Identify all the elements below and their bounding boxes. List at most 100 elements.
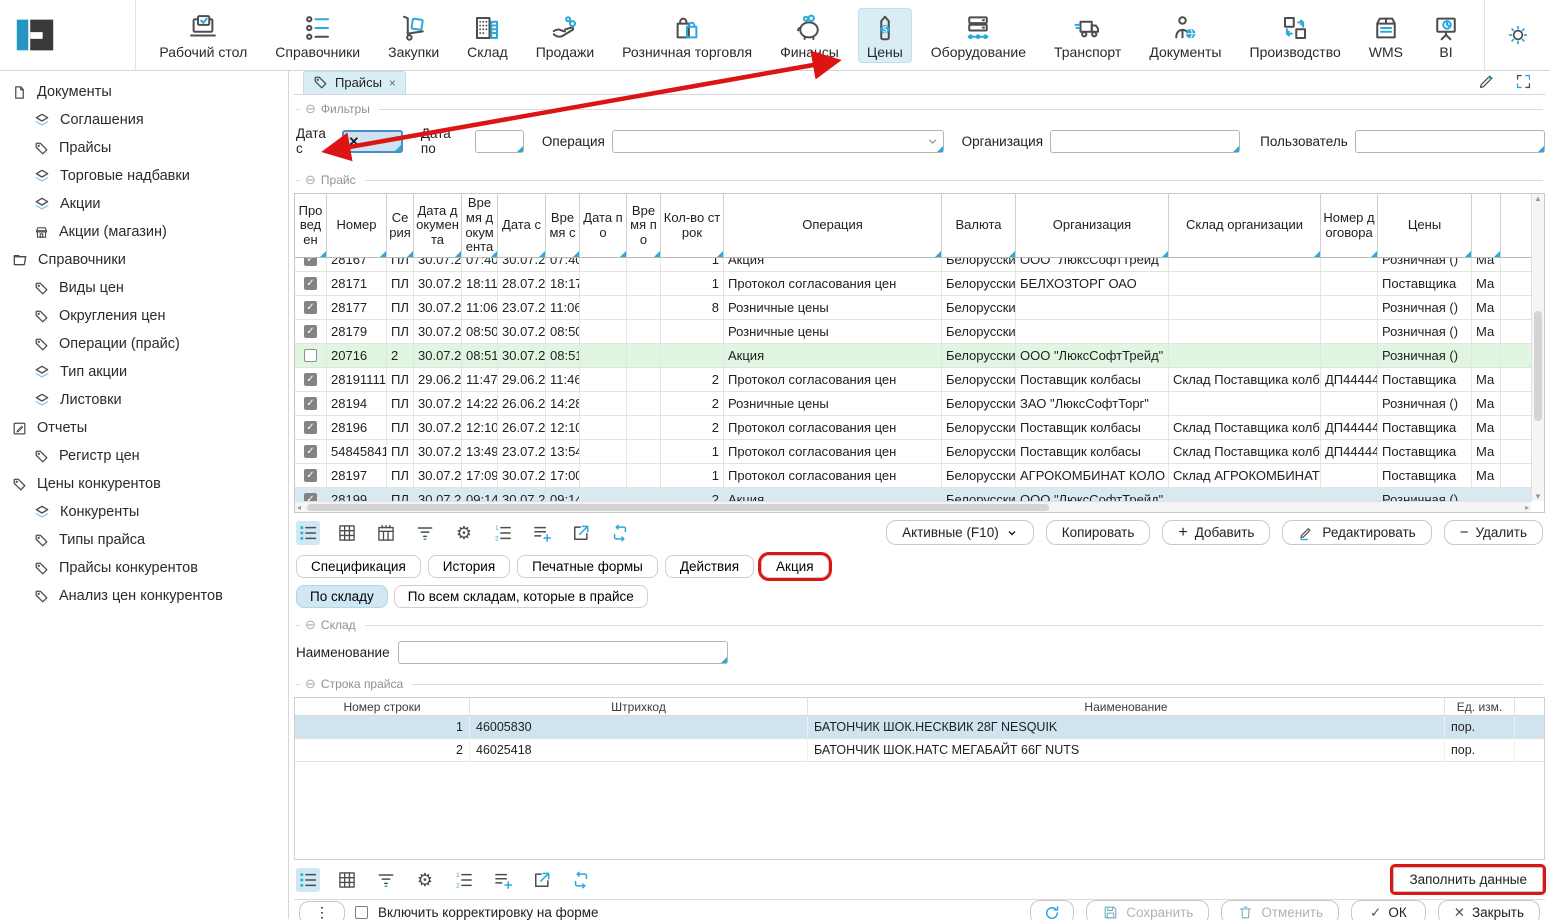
topnav-item-retail[interactable]: Розничная торговля xyxy=(613,8,761,63)
table-row[interactable]: ✓54845841ПЛ30.07.2413:4923.07.2413:541Пр… xyxy=(295,440,1531,464)
column-header[interactable]: Склад организации xyxy=(1169,194,1321,257)
refresh-button[interactable] xyxy=(1030,900,1074,920)
sync-icon[interactable] xyxy=(608,521,632,545)
list-view-icon[interactable] xyxy=(296,521,320,545)
row-checkbox[interactable]: ✓ xyxy=(304,258,317,266)
detail-tab-1[interactable]: Спецификация xyxy=(296,555,421,578)
row-checkbox[interactable]: ✓ xyxy=(304,469,317,482)
grid-view-icon[interactable] xyxy=(335,868,359,892)
edit-button[interactable]: Редактировать xyxy=(1282,520,1431,545)
topnav-item-equipment[interactable]: Оборудование xyxy=(922,8,1035,63)
user-input[interactable] xyxy=(1355,130,1545,153)
column-header[interactable]: Организация xyxy=(1016,194,1169,257)
column-header[interactable]: Дата документа xyxy=(414,194,462,257)
ok-button[interactable]: ✓ОК xyxy=(1351,900,1426,920)
row-checkbox[interactable]: ✓ xyxy=(304,277,317,290)
expand-icon[interactable] xyxy=(1514,72,1533,91)
organization-input[interactable] xyxy=(1050,130,1240,153)
clear-x-icon[interactable]: ✕ xyxy=(348,134,359,150)
topnav-item-sales[interactable]: Продажи xyxy=(527,8,603,63)
topnav-item-desktop[interactable]: Рабочий стол xyxy=(150,8,256,63)
theme-toggle[interactable] xyxy=(1484,0,1550,70)
column-header[interactable] xyxy=(1472,194,1501,257)
column-header[interactable]: Операция xyxy=(724,194,942,257)
topnav-item-prices[interactable]: $Цены xyxy=(858,8,912,63)
filter-icon[interactable] xyxy=(413,521,437,545)
more-actions-button[interactable]: ⋮ xyxy=(299,901,345,920)
collapse-icon[interactable]: ⊖ xyxy=(305,676,316,692)
fill-data-button[interactable]: Заполнить данные xyxy=(1393,867,1543,892)
sidebar-item-torg-nadbavki[interactable]: Торговые надбавки xyxy=(0,162,288,190)
scrollbar-thumb[interactable] xyxy=(1534,311,1542,422)
sidebar-item-okrugleniya-cen[interactable]: Округления цен xyxy=(0,302,288,330)
topnav-item-warehouse[interactable]: Склад xyxy=(458,8,517,63)
list-view-icon[interactable] xyxy=(296,868,320,892)
sidebar-item-tip-akcii[interactable]: Тип акции xyxy=(0,358,288,386)
date-from-input[interactable]: ✕ xyxy=(342,130,403,153)
horizontal-scrollbar[interactable]: ◂▸ xyxy=(295,501,1531,512)
sidebar-item-spravochniki[interactable]: Справочники xyxy=(0,246,288,274)
column-header[interactable]: Ед. изм. xyxy=(1445,698,1515,715)
detail-tab-2[interactable]: История xyxy=(428,555,510,578)
row-checkbox[interactable]: ✓ xyxy=(304,301,317,314)
sidebar-item-operacii-prais[interactable]: Операции (прайс) xyxy=(0,330,288,358)
active-filter-button[interactable]: Активные (F10) xyxy=(886,520,1034,545)
list-item[interactable]: 146005830БАТОНЧИК ШОК.НЕСКВИК 28Г NESQUI… xyxy=(295,716,1544,739)
column-header[interactable]: Цены xyxy=(1378,194,1472,257)
row-checkbox[interactable]: ✓ xyxy=(304,373,317,386)
sidebar-item-praisy-konkurentov[interactable]: Прайсы конкурентов xyxy=(0,554,288,582)
sidebar-item-konkurenty[interactable]: Конкуренты xyxy=(0,498,288,526)
warehouse-tab-1[interactable]: По складу xyxy=(296,585,388,608)
topnav-item-purchases[interactable]: Закупки xyxy=(379,8,448,63)
column-header[interactable]: Дата с xyxy=(498,194,546,257)
list-item[interactable]: 246025418БАТОНЧИК ШОК.НАТС МЕГАБАЙТ 66Г … xyxy=(295,739,1544,762)
export-icon[interactable] xyxy=(530,868,554,892)
row-checkbox[interactable]: ✓ xyxy=(304,325,317,338)
add-list-icon[interactable] xyxy=(530,521,554,545)
topnav-item-documents[interactable]: Документы xyxy=(1140,8,1230,63)
row-checkbox[interactable]: ✓ xyxy=(304,397,317,410)
table-row[interactable]: ✓28179ПЛ30.07.2408:5030.07.2408:50Рознич… xyxy=(295,320,1531,344)
collapse-icon[interactable]: ⊖ xyxy=(305,172,316,188)
sidebar-item-otchety[interactable]: Отчеты xyxy=(0,414,288,442)
sidebar-item-analiz-cen[interactable]: Анализ цен конкурентов xyxy=(0,582,288,610)
adjustment-checkbox[interactable] xyxy=(355,906,368,919)
column-header[interactable]: Дата по xyxy=(580,194,627,257)
operation-select[interactable] xyxy=(612,130,944,153)
table-row[interactable]: ✓28177ПЛ30.07.2411:0623.07.2411:068Розни… xyxy=(295,296,1531,320)
edit-pencil-icon[interactable] xyxy=(1477,72,1496,91)
table-row[interactable]: ✓28191111ПЛ29.06.2411:4729.06.2411:462Пр… xyxy=(295,368,1531,392)
add-button[interactable]: +Добавить xyxy=(1162,520,1270,545)
column-header[interactable]: Валюта xyxy=(942,194,1016,257)
column-header[interactable]: Время по xyxy=(627,194,661,257)
add-list-icon[interactable] xyxy=(491,868,515,892)
collapse-icon[interactable]: ⊖ xyxy=(305,101,316,117)
table-row[interactable]: ✓28194ПЛ30.07.2414:2226.06.2414:282Розни… xyxy=(295,392,1531,416)
sync-icon[interactable] xyxy=(569,868,593,892)
column-header[interactable]: Номер строки xyxy=(295,698,470,715)
table-row[interactable]: ✓28197ПЛ30.07.2417:0930.07.2417:001Прото… xyxy=(295,464,1531,488)
gear-icon[interactable]: ⚙ xyxy=(452,521,476,545)
table-row[interactable]: ✓28167ПЛ30.07.2407:4030.07.2407:401Акция… xyxy=(295,258,1531,272)
gear-icon[interactable]: ⚙ xyxy=(413,868,437,892)
sidebar-item-ceny-konkurentov[interactable]: Цены конкурентов xyxy=(0,470,288,498)
scrollbar-thumb[interactable] xyxy=(307,504,1049,511)
row-checkbox[interactable] xyxy=(304,349,317,362)
row-checkbox[interactable]: ✓ xyxy=(304,421,317,434)
column-header[interactable]: Штрихкод xyxy=(470,698,808,715)
app-logo[interactable] xyxy=(0,0,136,70)
close-button[interactable]: ✕Закрыть xyxy=(1438,900,1540,920)
sidebar-item-vidy-cen[interactable]: Виды цен xyxy=(0,274,288,302)
copy-button[interactable]: Копировать xyxy=(1046,520,1151,545)
detail-tab-4[interactable]: Действия xyxy=(665,555,754,578)
column-header[interactable]: Номер договора xyxy=(1321,194,1378,257)
column-header[interactable]: Проведен xyxy=(295,194,327,257)
cancel-button[interactable]: Отменить xyxy=(1221,900,1339,920)
sidebar-item-listovki[interactable]: Листовки xyxy=(0,386,288,414)
tab-close-icon[interactable]: × xyxy=(389,76,396,90)
sidebar-item-registr-cen[interactable]: Регистр цен xyxy=(0,442,288,470)
warehouse-name-input[interactable] xyxy=(398,641,728,664)
topnav-item-wms[interactable]: WMS xyxy=(1360,8,1412,63)
grid-view-icon[interactable] xyxy=(335,521,359,545)
sidebar-item-akcii-magazin[interactable]: Акции (магазин) xyxy=(0,218,288,246)
